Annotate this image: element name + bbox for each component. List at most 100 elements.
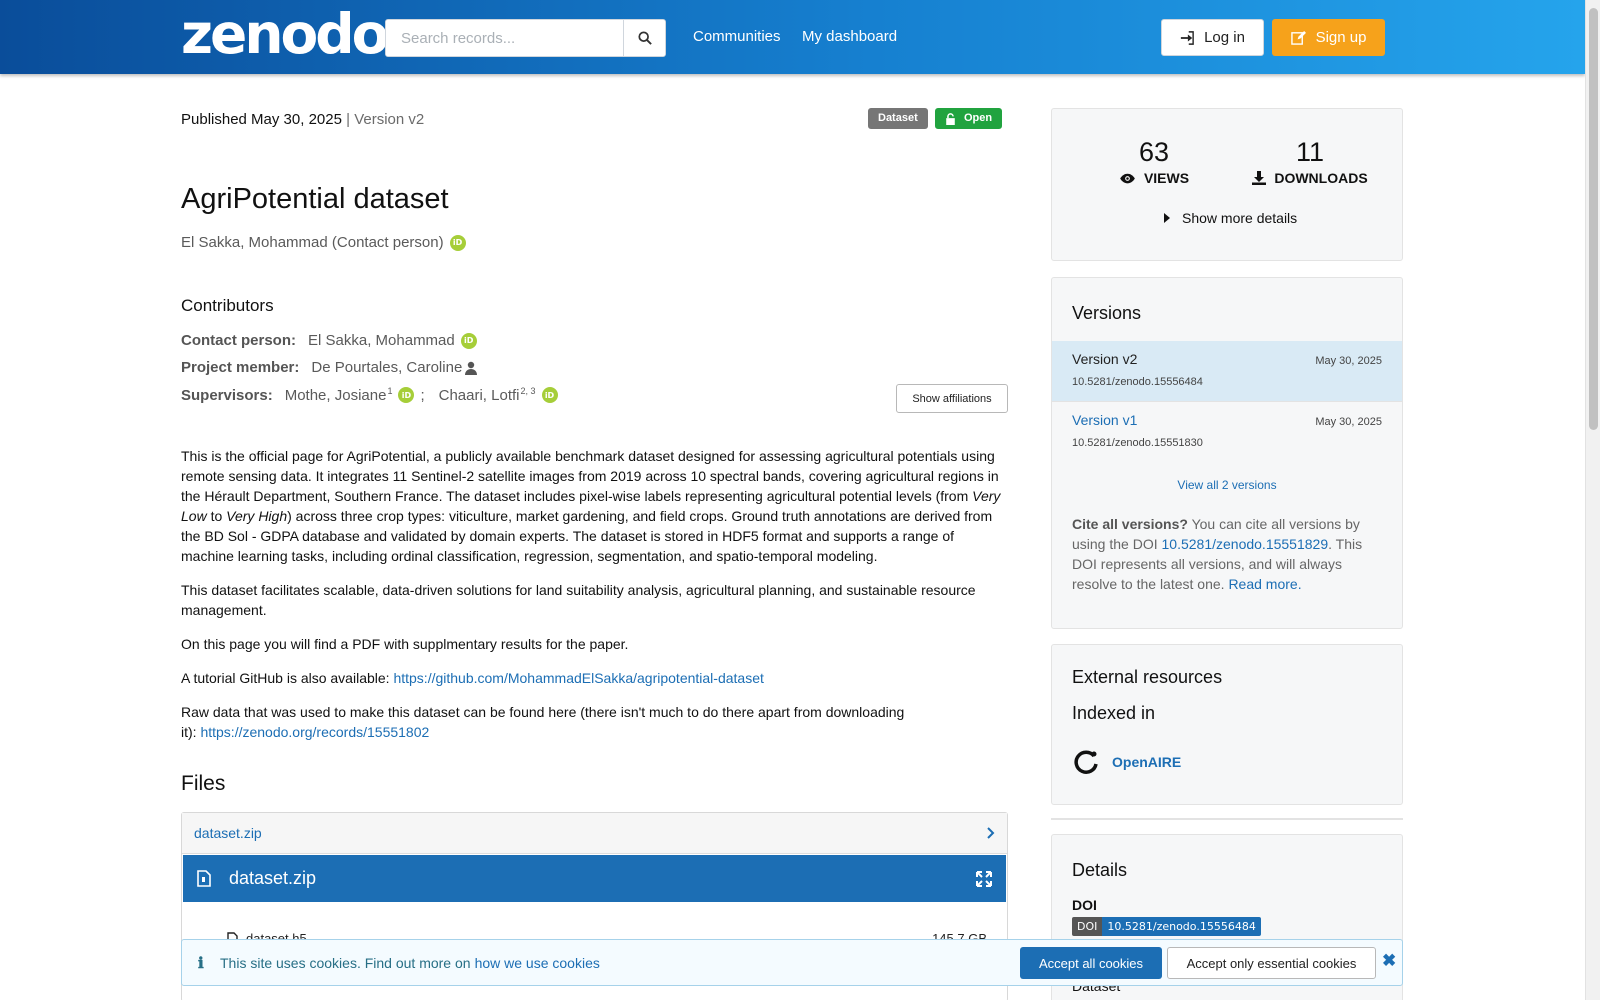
version-item-v1[interactable]: Version v1 May 30, 2025 10.5281/zenodo.1… <box>1052 401 1402 461</box>
orcid-icon[interactable]: iD <box>460 332 477 349</box>
concept-doi-link[interactable]: 10.5281/zenodo.15551829 <box>1162 536 1329 552</box>
doi-label: DOI <box>1072 897 1097 913</box>
file-archive-icon <box>197 870 211 887</box>
publication-info: Published May 30, 2025 | Version v2 <box>181 111 424 128</box>
login-button[interactable]: Log in <box>1161 19 1264 56</box>
close-icon[interactable]: ✖ <box>1382 951 1396 971</box>
chevron-right-icon <box>987 827 995 839</box>
resource-type-badge: Dataset <box>868 108 928 129</box>
signup-button[interactable]: Sign up <box>1272 19 1385 56</box>
description-paragraph: A tutorial GitHub is also available: htt… <box>181 668 1007 688</box>
contributor-name[interactable]: Mothe, Josiane1 <box>285 386 393 404</box>
edit-icon <box>1290 30 1306 45</box>
files-accordion-header[interactable]: dataset.zip <box>182 813 1007 854</box>
doi-badge-prefix: DOI <box>1072 917 1103 936</box>
top-navbar: zenodo Communities My dashboard Log in S… <box>0 0 1585 74</box>
version-label: Version v2 <box>354 111 425 128</box>
contributor-role: Supervisors: <box>181 386 273 404</box>
search-bar <box>385 19 666 57</box>
creator-line: El Sakka, Mohammad (Contact person) iD <box>181 234 466 251</box>
accept-essential-cookies-button[interactable]: Accept only essential cookies <box>1167 947 1376 979</box>
cite-all-versions-text: Cite all versions? You can cite all vers… <box>1072 514 1382 594</box>
supervisor-name: Chaari, Lotfi <box>438 387 520 404</box>
supervisor-name: Mothe, Josiane <box>284 387 387 404</box>
supervisor-separator: ; <box>420 386 425 404</box>
description-text: ) across three crop types: viticulture, … <box>181 508 993 564</box>
version-separator: | <box>341 111 355 128</box>
details-heading: Details <box>1072 860 1128 880</box>
contributor-contact: Contact person: El Sakka, Mohammad iD <box>181 332 477 349</box>
contributor-name[interactable]: El Sakka, Mohammad <box>308 332 455 349</box>
views-count: 63 <box>1138 137 1170 167</box>
version-date: May 30, 2025 <box>1315 355 1382 367</box>
view-all-versions-link[interactable]: View all 2 versions <box>1052 478 1402 492</box>
versions-heading: Versions <box>1072 303 1142 323</box>
file-preview-title: dataset.zip <box>229 868 317 888</box>
description-paragraph: On this page you will find a PDF with su… <box>181 636 629 652</box>
contributor-supervisors: Supervisors: Mothe, Josiane1 iD ; Chaari… <box>181 386 558 404</box>
sign-in-icon <box>1180 30 1194 45</box>
github-link[interactable]: https://github.com/MohammadElSakka/agrip… <box>393 670 763 686</box>
file-accordion-label[interactable]: dataset.zip <box>194 825 262 841</box>
read-more-link[interactable]: Read more. <box>1228 576 1301 592</box>
cookie-text: This site uses cookies. Find out more on <box>220 954 471 971</box>
signup-label: Sign up <box>1315 29 1367 46</box>
doi-badge-value: 10.5281/zenodo.15556484 <box>1102 917 1261 936</box>
contributors-heading: Contributors <box>181 296 274 315</box>
cookie-banner: ℹ This site uses cookies. Find out more … <box>181 939 1403 986</box>
contributor-role: Contact person: <box>181 332 297 349</box>
views-label: VIEWS <box>1143 170 1190 186</box>
show-more-label: Show more details <box>1182 210 1298 226</box>
doi-badge[interactable]: DOI 10.5281/zenodo.15556484 <box>1072 917 1261 936</box>
show-more-details-toggle[interactable]: Show more details <box>1164 210 1297 226</box>
contributor-name[interactable]: De Pourtales, Caroline <box>311 359 462 376</box>
contributor-role: Project member: <box>181 359 300 376</box>
orcid-icon[interactable]: iD <box>398 387 415 403</box>
affiliation-number: 1 <box>387 386 393 396</box>
zenodo-logo[interactable]: zenodo <box>181 4 389 64</box>
creator-name[interactable]: El Sakka, Mohammad (Contact person) <box>181 234 444 251</box>
cookie-policy-link[interactable]: how we use cookies <box>475 955 600 971</box>
description-paragraph: Raw data that was used to make this data… <box>181 702 907 742</box>
accept-all-cookies-button[interactable]: Accept all cookies <box>1020 947 1162 979</box>
raw-data-link[interactable]: https://zenodo.org/records/15551802 <box>200 724 429 740</box>
page-scrollbar[interactable] <box>1585 0 1600 1000</box>
orcid-icon[interactable]: iD <box>449 234 466 251</box>
show-affiliations-button[interactable]: Show affiliations <box>896 384 1008 413</box>
downloads-label: DOWNLOADS <box>1274 170 1368 186</box>
contributor-name[interactable]: Chaari, Lotfi2, 3 <box>439 386 536 404</box>
page-title: AgriPotential dataset <box>181 183 449 215</box>
affiliation-number: 2, 3 <box>520 386 536 396</box>
version-item-v2[interactable]: Version v2 May 30, 2025 10.5281/zenodo.1… <box>1052 341 1402 401</box>
downloads-count: 11 <box>1295 137 1325 167</box>
expand-icon[interactable] <box>976 870 992 887</box>
version-date: May 30, 2025 <box>1315 416 1382 428</box>
unlock-icon <box>946 112 955 125</box>
version-name[interactable]: Version v1 <box>1072 412 1137 428</box>
external-resources-heading: External resources <box>1072 667 1223 687</box>
download-icon <box>1252 171 1267 185</box>
search-input[interactable] <box>386 20 623 56</box>
nav-communities[interactable]: Communities <box>693 28 781 45</box>
files-heading: Files <box>181 772 226 795</box>
scrollbar-thumb[interactable] <box>1589 8 1598 430</box>
orcid-icon[interactable]: iD <box>541 387 558 403</box>
caret-right-icon <box>1164 213 1170 223</box>
downloads-stat: 11 DOWNLOADS <box>1245 137 1375 186</box>
versions-card: Versions Version v2 May 30, 2025 10.5281… <box>1051 277 1403 629</box>
search-icon <box>637 31 652 45</box>
record-description: This is the official page for AgriPotent… <box>181 446 1007 756</box>
user-icon <box>465 361 478 375</box>
description-text: to <box>206 508 227 524</box>
openaire-icon <box>1074 750 1098 774</box>
search-button[interactable] <box>623 20 665 56</box>
indexed-in-heading: Indexed in <box>1072 703 1156 723</box>
file-preview-header: dataset.zip <box>183 855 1006 902</box>
openaire-label[interactable]: OpenAIRE <box>1112 754 1181 770</box>
openaire-link[interactable]: OpenAIRE <box>1072 748 1181 776</box>
nav-my-dashboard[interactable]: My dashboard <box>802 28 897 45</box>
description-text: This is the official page for AgriPotent… <box>181 448 999 504</box>
access-badge-label: Open <box>964 112 993 124</box>
login-label: Log in <box>1204 29 1245 46</box>
description-paragraph: This dataset facilitates scalable, data-… <box>181 582 976 618</box>
